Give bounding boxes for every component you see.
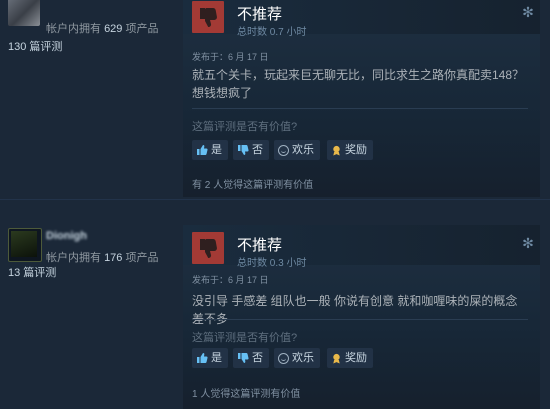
posted-date: 发布于：6 月 17 日 xyxy=(192,52,269,62)
owns-count: 629 xyxy=(104,23,123,35)
thumbs-up-icon xyxy=(197,145,208,156)
gear-icon[interactable]: ✻ xyxy=(520,4,536,20)
helpful-question: 这篇评测是否有价值? xyxy=(192,121,298,133)
divider xyxy=(192,319,528,320)
review-separator xyxy=(0,199,550,200)
review-count[interactable]: 130 篇评测 xyxy=(8,38,62,54)
review-text: 就五个关卡，玩起来巨无聊无比，同比求生之路你真配卖148？想钱想疯了 xyxy=(192,68,525,100)
products-owned[interactable]: 帐户内拥有 176 项产品 xyxy=(46,249,158,265)
gear-icon[interactable]: ✻ xyxy=(520,235,536,251)
owns-prefix: 帐户内拥有 xyxy=(46,23,101,35)
owns-prefix: 帐户内拥有 xyxy=(46,252,101,264)
smile-icon xyxy=(278,352,289,364)
recommendation-header[interactable]: 不推荐 总时数 0.7 小时 ✻ xyxy=(183,0,540,38)
vote-yes-button[interactable]: 是 xyxy=(192,140,228,160)
avatar[interactable] xyxy=(8,228,42,262)
review-panel: 不推荐 总时数 0.7 小时 ✻ 发布于：6 月 17 日 就五个关卡，玩起来巨… xyxy=(183,0,540,197)
review-card: 帐户内拥有 629 项产品 130 篇评测 不推荐 总时数 0.7 小时 ✻ 发… xyxy=(0,0,550,197)
divider xyxy=(192,108,528,109)
verdict-title: 不推荐 xyxy=(237,6,283,23)
recommendation-header[interactable]: 不推荐 总时数 0.3 小时 ✻ xyxy=(183,225,540,269)
vote-funny-button[interactable]: 欢乐 xyxy=(274,140,320,160)
posted-date: 发布于：6 月 17 日 xyxy=(192,275,269,285)
thumbs-down-small-icon xyxy=(238,353,249,364)
award-button[interactable]: 奖励 xyxy=(327,140,373,160)
thumbs-down-icon xyxy=(192,1,224,33)
reviewer-name[interactable]: Dionigh xyxy=(46,230,87,242)
hours-played: 总时数 0.7 小时 xyxy=(237,27,307,38)
verdict-title: 不推荐 xyxy=(237,237,283,254)
thumbs-up-icon xyxy=(197,353,208,364)
thumbs-down-icon xyxy=(192,232,224,264)
owns-suffix: 项产品 xyxy=(125,252,159,264)
reviewer-info: Dionigh 帐户内拥有 176 项产品 13 篇评测 xyxy=(0,218,180,409)
smile-icon xyxy=(278,144,289,156)
thumbs-down-small-icon xyxy=(238,145,249,156)
vote-funny-button[interactable]: 欢乐 xyxy=(274,348,320,368)
review-panel: 不推荐 总时数 0.3 小时 ✻ 发布于：6 月 17 日 没引导 手感差 组队… xyxy=(183,225,540,409)
found-helpful-count: 1 人觉得这篇评测有价值 xyxy=(192,389,301,400)
award-icon xyxy=(333,145,340,156)
vote-no-button[interactable]: 否 xyxy=(233,348,269,368)
avatar[interactable] xyxy=(8,0,40,26)
hours-played: 总时数 0.3 小时 xyxy=(237,258,307,269)
review-text: 没引导 手感差 组队也一般 你说有创意 就和咖喱味的屎的概念差不多 xyxy=(192,294,518,326)
helpful-question: 这篇评测是否有价值? xyxy=(192,332,298,344)
vote-yes-button[interactable]: 是 xyxy=(192,348,228,368)
review-card: Dionigh 帐户内拥有 176 项产品 13 篇评测 不推荐 总时数 0.3… xyxy=(0,218,550,409)
review-count[interactable]: 13 篇评测 xyxy=(8,264,56,280)
award-icon xyxy=(333,353,340,364)
found-helpful-count: 有 2 人觉得这篇评测有价值 xyxy=(192,180,314,191)
owns-suffix: 项产品 xyxy=(125,23,159,35)
owns-count: 176 xyxy=(104,252,123,264)
award-button[interactable]: 奖励 xyxy=(327,348,373,368)
products-owned[interactable]: 帐户内拥有 629 项产品 xyxy=(46,20,158,36)
vote-no-button[interactable]: 否 xyxy=(233,140,269,160)
reviewer-info: 帐户内拥有 629 项产品 130 篇评测 xyxy=(0,0,180,197)
